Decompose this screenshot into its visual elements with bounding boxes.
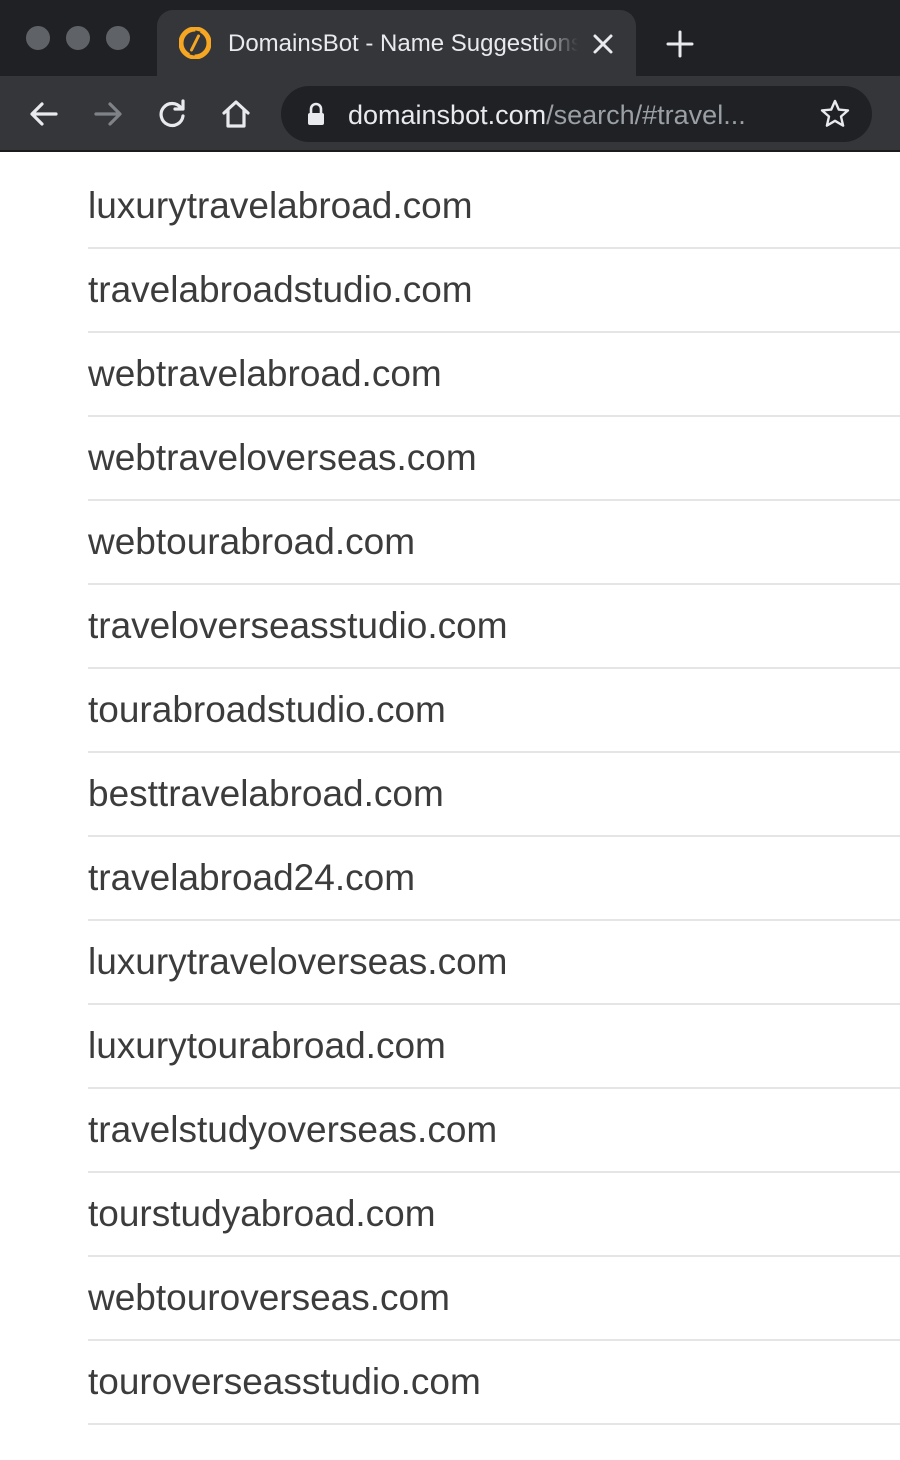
domain-suggestion-link[interactable]: touroverseasstudio.com (88, 1359, 481, 1405)
browser-toolbar: domainsbot.com/search/#travel... (0, 76, 900, 152)
address-bar[interactable]: domainsbot.com/search/#travel... (281, 86, 872, 142)
domain-suggestion-link[interactable]: tourabroadstudio.com (88, 687, 446, 733)
domain-suggestion-row: travelstudyoverseas.com (88, 1089, 900, 1173)
domain-suggestion-link[interactable]: webtravelabroad.com (88, 351, 442, 397)
domain-suggestion-row: webtourabroad.com (88, 501, 900, 585)
domain-suggestion-row: luxurytravelabroad.com (88, 165, 900, 249)
domain-suggestion-row: webtravelabroad.com (88, 333, 900, 417)
arrow-left-icon[interactable] (26, 96, 62, 132)
domain-suggestion-link[interactable]: travelabroad24.com (88, 855, 415, 901)
domain-suggestion-link[interactable]: travelstudyoverseas.com (88, 1107, 497, 1153)
browser-chrome: DomainsBot - Name Suggestions domainsbot… (0, 0, 900, 152)
domain-suggestion-link[interactable]: webtouroverseas.com (88, 1275, 450, 1321)
domain-suggestion-link[interactable]: luxurytourabroad.com (88, 1023, 446, 1069)
domain-suggestion-row: webtouroverseas.com (88, 1257, 900, 1341)
url-host: domainsbot.com (348, 100, 547, 130)
domain-suggestion-list: luxurytravelabroad.com travelabroadstudio… (88, 165, 900, 1425)
domain-suggestion-link[interactable]: travelabroadstudio.com (88, 267, 473, 313)
domain-suggestion-row: luxurytourabroad.com (88, 1005, 900, 1089)
domain-suggestion-row: webtraveloverseas.com (88, 417, 900, 501)
window-minimize-light[interactable] (66, 26, 90, 50)
domain-suggestion-link[interactable]: traveloverseasstudio.com (88, 603, 508, 649)
reload-icon[interactable] (154, 96, 190, 132)
page-content: luxurytravelabroad.com travelabroadstudio… (0, 152, 900, 1460)
plus-icon[interactable] (664, 28, 696, 60)
arrow-right-icon[interactable] (90, 96, 126, 132)
lock-icon[interactable] (305, 102, 327, 126)
domain-suggestion-row: traveloverseasstudio.com (88, 585, 900, 669)
domain-suggestion-link[interactable]: besttravelabroad.com (88, 771, 444, 817)
domain-suggestion-link[interactable]: luxurytraveloverseas.com (88, 939, 507, 985)
domainsbot-logo-icon (179, 27, 211, 59)
domain-suggestion-link[interactable]: luxurytravelabroad.com (88, 183, 473, 229)
window-close-light[interactable] (26, 26, 50, 50)
domain-suggestion-row: touroverseasstudio.com (88, 1341, 900, 1425)
star-icon[interactable] (819, 98, 851, 130)
home-icon[interactable] (218, 96, 254, 132)
close-icon[interactable] (589, 30, 617, 58)
active-tab[interactable]: DomainsBot - Name Suggestions (157, 10, 636, 76)
domain-suggestion-row: travelabroadstudio.com (88, 249, 900, 333)
domain-suggestion-row: besttravelabroad.com (88, 753, 900, 837)
domain-suggestion-row: travelabroad24.com (88, 837, 900, 921)
domain-suggestion-link[interactable]: tourstudyabroad.com (88, 1191, 436, 1237)
url-path: /search/#travel... (546, 100, 746, 130)
domain-suggestion-link[interactable]: webtraveloverseas.com (88, 435, 477, 481)
domain-suggestion-row: luxurytraveloverseas.com (88, 921, 900, 1005)
tab-strip: DomainsBot - Name Suggestions (0, 0, 900, 76)
domain-suggestion-row: tourabroadstudio.com (88, 669, 900, 753)
tab-title: DomainsBot - Name Suggestions (228, 30, 578, 57)
url-text[interactable]: domainsbot.com/search/#travel... (348, 98, 784, 132)
domain-suggestion-link[interactable]: webtourabroad.com (88, 519, 415, 565)
window-zoom-light[interactable] (106, 26, 130, 50)
domain-suggestion-row: tourstudyabroad.com (88, 1173, 900, 1257)
